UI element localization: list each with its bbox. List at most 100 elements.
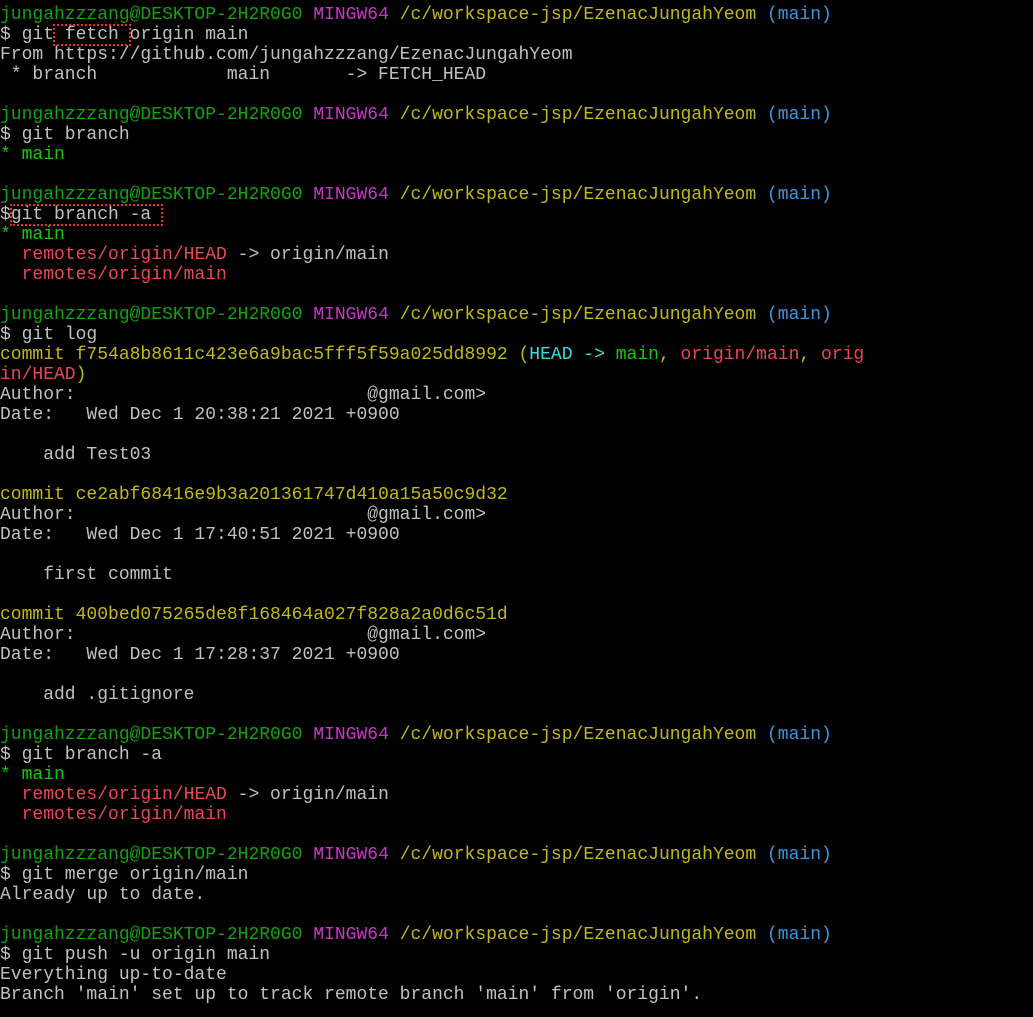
terminal-text: ) (75, 365, 87, 385)
terminal-text: * main (0, 765, 65, 785)
terminal-line: remotes/origin/main (0, 805, 1033, 825)
terminal-text: (main) (766, 5, 832, 25)
terminal-line: Date: Wed Dec 1 20:38:21 2021 +0900 (0, 405, 1033, 425)
terminal-line: Date: Wed Dec 1 17:40:51 2021 +0900 (0, 525, 1033, 545)
terminal-text: Date: Wed Dec 1 17:40:51 2021 +0900 (0, 525, 400, 545)
terminal-text: (main) (766, 305, 832, 325)
terminal-line: jungahzzzang@DESKTOP-2H2R0G0 MINGW64 /c/… (0, 5, 1033, 25)
terminal-text: Branch 'main' set up to track remote bra… (0, 985, 703, 1005)
terminal-text: (main) (766, 185, 832, 205)
terminal-text: main (615, 345, 659, 365)
terminal-line: remotes/origin/main (0, 265, 1033, 285)
terminal-text: Everything up-to-date (0, 965, 227, 985)
terminal-text: MINGW64 (313, 305, 389, 325)
terminal-text: ( (518, 345, 530, 365)
terminal-text: Date: Wed Dec 1 17:28:37 2021 +0900 (0, 645, 400, 665)
terminal-text: jungahzzzang@DESKTOP-2H2R0G0 (0, 185, 303, 205)
terminal-line: jungahzzzang@DESKTOP-2H2R0G0 MINGW64 /c/… (0, 845, 1033, 865)
terminal-output[interactable]: jungahzzzang@DESKTOP-2H2R0G0 MINGW64 /c/… (0, 5, 1033, 1005)
terminal-text: jungahzzzang@DESKTOP-2H2R0G0 (0, 725, 303, 745)
terminal-text: $ git merge origin/main (0, 865, 249, 885)
terminal-text: MINGW64 (313, 185, 389, 205)
terminal-line: From https://github.com/jungahzzzang/Eze… (0, 45, 1033, 65)
terminal-line: Already up to date. (0, 885, 1033, 905)
terminal-line: first commit (0, 565, 1033, 585)
terminal-text: jungahzzzang@DESKTOP-2H2R0G0 (0, 5, 303, 25)
terminal-text: $ git push -u origin main (0, 945, 271, 965)
terminal-line: Author: @gmail.com> (0, 385, 1033, 405)
terminal-line: $ git merge origin/main (0, 865, 1033, 885)
terminal-text: MINGW64 (313, 5, 389, 25)
terminal-line: remotes/origin/HEAD -> origin/main (0, 785, 1033, 805)
terminal-text: (main) (766, 925, 832, 945)
terminal-text: first commit (0, 565, 173, 585)
terminal-text: Author: @gmail.com> (0, 625, 487, 645)
terminal-line: in/HEAD) (0, 365, 1033, 385)
terminal-line: $ git push -u origin main (0, 945, 1033, 965)
terminal-text: /c/workspace-jsp/EzenacJungahYeom (399, 845, 757, 865)
terminal-line: Date: Wed Dec 1 17:28:37 2021 +0900 (0, 645, 1033, 665)
terminal-text: Author: @gmail.com> (0, 385, 487, 405)
terminal-text: jungahzzzang@DESKTOP-2H2R0G0 (0, 305, 303, 325)
terminal-line: Branch 'main' set up to track remote bra… (0, 985, 1033, 1005)
terminal-text: jungahzzzang@DESKTOP-2H2R0G0 (0, 925, 303, 945)
terminal-text: /c/workspace-jsp/EzenacJungahYeom (399, 105, 757, 125)
highlighted-command-text: git branch -a (9, 204, 164, 226)
terminal-line: * main (0, 145, 1033, 165)
terminal-text: /c/workspace-jsp/EzenacJungahYeom (399, 305, 757, 325)
terminal-line: jungahzzzang@DESKTOP-2H2R0G0 MINGW64 /c/… (0, 925, 1033, 945)
terminal-line: jungahzzzang@DESKTOP-2H2R0G0 MINGW64 /c/… (0, 185, 1033, 205)
terminal-text: /c/workspace-jsp/EzenacJungahYeom (399, 185, 757, 205)
terminal-text: -> origin/main (226, 785, 389, 805)
terminal-text: * main (0, 225, 65, 245)
terminal-text: remotes/origin/HEAD (21, 245, 227, 265)
terminal-line: add Test03 (0, 445, 1033, 465)
terminal-text: in/HEAD (0, 365, 76, 385)
terminal-text: (main) (766, 105, 832, 125)
terminal-text: origin/main (680, 345, 800, 365)
terminal-text: $ git branch -a (0, 745, 163, 765)
terminal-line: jungahzzzang@DESKTOP-2H2R0G0 MINGW64 /c/… (0, 105, 1033, 125)
terminal-line: $ git branch -a (0, 745, 1033, 765)
terminal-line: jungahzzzang@DESKTOP-2H2R0G0 MINGW64 /c/… (0, 725, 1033, 745)
terminal-text: * branch main -> FETCH_HEAD (0, 65, 487, 85)
terminal-text: remotes/origin/main (21, 805, 227, 825)
terminal-text: MINGW64 (313, 925, 389, 945)
terminal-line: Author: @gmail.com> (0, 625, 1033, 645)
terminal-text: orig (820, 345, 865, 365)
terminal-line: Author: @gmail.com> (0, 505, 1033, 525)
terminal-line: * main (0, 225, 1033, 245)
terminal-line: * main (0, 765, 1033, 785)
terminal-line: jungahzzzang@DESKTOP-2H2R0G0 MINGW64 /c/… (0, 305, 1033, 325)
terminal-text: MINGW64 (313, 845, 389, 865)
terminal-text: jungahzzzang@DESKTOP-2H2R0G0 (0, 845, 303, 865)
terminal-line: * branch main -> FETCH_HEAD (0, 65, 1033, 85)
